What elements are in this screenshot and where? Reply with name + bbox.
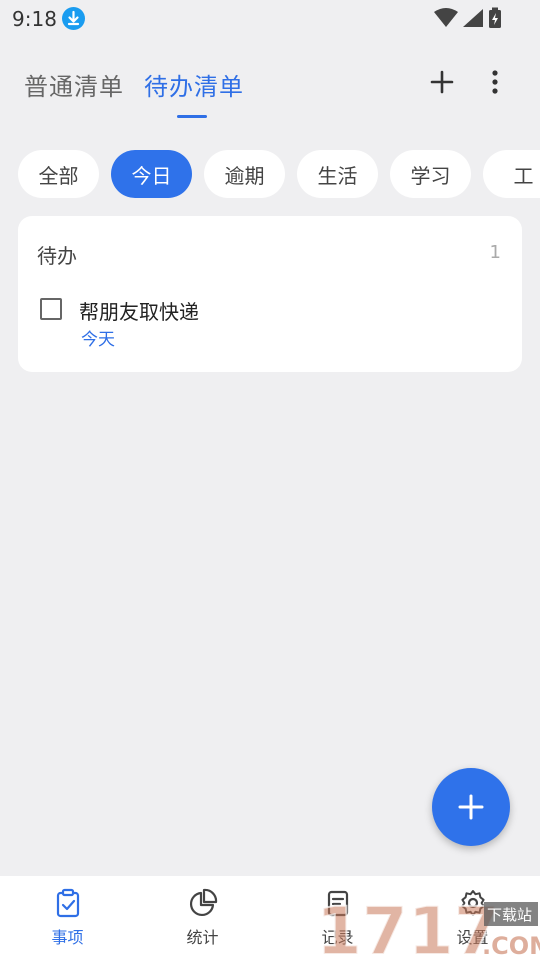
more-options-icon[interactable]: [484, 68, 512, 96]
task-due-date: 今天: [81, 330, 115, 350]
card-count: 1: [489, 242, 501, 263]
status-time: 9:18: [12, 7, 57, 31]
status-bar: 9:18: [0, 0, 540, 36]
nav-label-records: 记录: [321, 928, 354, 947]
add-icon[interactable]: [428, 68, 456, 96]
tab-todo-list[interactable]: 待办清单: [144, 67, 244, 102]
nav-label-settings: 设置: [456, 928, 489, 947]
nav-item-settings[interactable]: 设置: [405, 876, 540, 960]
chip-today[interactable]: 今日: [111, 150, 192, 198]
clipboard-check-icon: [56, 888, 79, 918]
chip-life[interactable]: 生活: [297, 150, 378, 198]
chip-work[interactable]: 工: [483, 150, 540, 198]
signal-icon: [462, 8, 484, 32]
card-title: 待办: [37, 244, 77, 268]
wifi-icon: [434, 8, 458, 32]
plus-icon: [458, 794, 484, 820]
chip-overdue[interactable]: 逾期: [204, 150, 285, 198]
add-task-button[interactable]: [432, 768, 510, 846]
todo-card: 待办 1 帮朋友取快递 今天: [18, 216, 522, 372]
download-icon: [62, 7, 85, 30]
tab-normal-list[interactable]: 普通清单: [24, 67, 124, 102]
nav-item-stats[interactable]: 统计: [135, 876, 270, 960]
task-title[interactable]: 帮朋友取快递: [79, 296, 199, 325]
bottom-nav: 事项 统计 记录 设置: [0, 876, 540, 960]
filter-chips: 全部 今日 逾期 生活 学习 工: [18, 150, 540, 198]
app-header: 普通清单 待办清单: [0, 36, 540, 136]
nav-item-tasks[interactable]: 事项: [0, 876, 135, 960]
gear-icon: [460, 890, 485, 916]
task-checkbox[interactable]: [40, 298, 62, 320]
pie-chart-icon: [189, 888, 217, 917]
nav-label-tasks: 事项: [51, 928, 84, 947]
battery-icon: [488, 7, 502, 33]
nav-item-records[interactable]: 记录: [270, 876, 405, 960]
note-icon: [327, 890, 348, 917]
nav-label-stats: 统计: [186, 928, 219, 947]
chip-all[interactable]: 全部: [18, 150, 99, 198]
chip-study[interactable]: 学习: [390, 150, 471, 198]
active-tab-indicator: [177, 115, 207, 118]
